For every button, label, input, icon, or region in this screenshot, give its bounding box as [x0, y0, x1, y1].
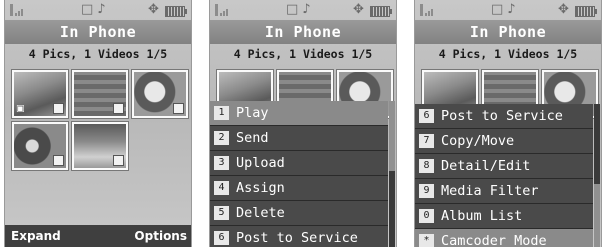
menu-item-label: Media Filter: [441, 183, 539, 199]
key-badge: 1: [214, 106, 229, 120]
menu-item-play[interactable]: 1 Play: [210, 101, 388, 126]
options-menu: 6 Post to Service 7 Copy/Move 8 Detail/Edit…: [415, 104, 593, 247]
key-badge: 6: [419, 109, 434, 123]
options-menu: 1 Play 2 Send 3 Upload 4 Assign 5 Delete 6 Pos…: [210, 101, 388, 247]
menu-item-label: Album List: [441, 208, 523, 224]
phone-screen-options-menu: □ ♪ ✥ In Phone 4 Pics, 1 Videos 1/5 1 Play…: [209, 0, 397, 247]
menu-item-send[interactable]: 2 Send: [210, 126, 388, 151]
menu-item-label: Post to Service: [441, 108, 563, 124]
menu-item-label: Play: [236, 105, 269, 121]
menu-item-media-filter[interactable]: 9 Media Filter: [415, 179, 593, 204]
select-checkbox[interactable]: [53, 103, 64, 114]
video-camera-icon: ▣: [16, 104, 25, 114]
menu-item-label: Detail/Edit: [441, 158, 531, 174]
media-count-label: 4 Pics, 1 Videos 1/5: [438, 47, 578, 61]
scrollbar-thumb[interactable]: [389, 101, 395, 171]
key-badge: 7: [419, 134, 434, 148]
menu-item-post-to-service[interactable]: 6 Post to Service: [415, 104, 593, 129]
key-badge: *: [419, 234, 434, 247]
page-title: In Phone: [210, 20, 396, 44]
menu-item-post-to-service[interactable]: 6 Post to Service: [210, 226, 388, 247]
phone-icon: □: [286, 2, 299, 17]
menu-item-delete[interactable]: 5 Delete: [210, 201, 388, 226]
status-bar: □ ♪ ✥: [415, 0, 601, 22]
media-count-label: 4 Pics, 1 Videos 1/5: [28, 47, 168, 61]
menu-scrollbar[interactable]: [594, 104, 600, 247]
network-icon: ✥: [558, 2, 569, 17]
music-note-icon: ♪: [302, 2, 311, 17]
signal-icon: [10, 4, 23, 16]
signal-icon: [215, 4, 228, 16]
menu-item-label: Upload: [236, 155, 285, 171]
select-checkbox[interactable]: [113, 155, 124, 166]
menu-item-upload[interactable]: 3 Upload: [210, 151, 388, 176]
menu-item-label: Camcoder Mode: [441, 233, 547, 247]
phone-screen-gallery: □ ♪ ✥ In Phone 4 Pics, 1 Videos 1/5 ▣ Exp…: [4, 0, 192, 247]
options-softkey[interactable]: Options: [134, 225, 187, 247]
key-badge: 9: [419, 184, 434, 198]
menu-item-album-list[interactable]: 0 Album List: [415, 204, 593, 229]
video-thumbnail[interactable]: ▣: [12, 70, 68, 118]
key-badge: 8: [419, 159, 434, 173]
phone-screen-options-menu-scrolled: □ ♪ ✥ In Phone 4 Pics, 1 Videos 1/5 6 Post…: [414, 0, 602, 247]
menu-item-label: Delete: [236, 205, 285, 221]
key-badge: 3: [214, 156, 229, 170]
photo-thumbnail[interactable]: [132, 70, 188, 118]
status-bar: □ ♪ ✥: [5, 0, 191, 22]
menu-scrollbar[interactable]: [389, 101, 395, 247]
menu-item-label: Copy/Move: [441, 133, 515, 149]
network-icon: ✥: [353, 2, 364, 17]
music-note-icon: ♪: [507, 2, 516, 17]
menu-item-label: Assign: [236, 180, 285, 196]
scrollbar-thumb[interactable]: [594, 184, 600, 247]
page-title: In Phone: [415, 20, 601, 44]
network-icon: ✥: [148, 2, 159, 17]
soft-key-bar: Expand Options: [5, 225, 191, 247]
signal-icon: [420, 4, 433, 16]
status-bar: □ ♪ ✥: [210, 0, 396, 22]
phone-icon: □: [491, 2, 504, 17]
media-count-label: 4 Pics, 1 Videos 1/5: [233, 47, 373, 61]
battery-icon: [165, 6, 187, 17]
key-badge: 5: [214, 206, 229, 220]
battery-icon: [370, 6, 392, 17]
select-checkbox[interactable]: [53, 155, 64, 166]
page-title: In Phone: [5, 20, 191, 44]
key-badge: 0: [419, 209, 434, 223]
phone-icon: □: [81, 2, 94, 17]
key-badge: 4: [214, 181, 229, 195]
photo-thumbnail[interactable]: [12, 122, 68, 170]
select-checkbox[interactable]: [173, 103, 184, 114]
select-checkbox[interactable]: [113, 103, 124, 114]
menu-item-assign[interactable]: 4 Assign: [210, 176, 388, 201]
menu-item-label: Send: [236, 130, 269, 146]
menu-item-detail-edit[interactable]: 8 Detail/Edit: [415, 154, 593, 179]
key-badge: 6: [214, 231, 229, 245]
expand-softkey[interactable]: Expand: [11, 225, 61, 247]
photo-thumbnail[interactable]: [72, 122, 128, 170]
menu-item-label: Post to Service: [236, 230, 358, 246]
menu-item-camcoder-mode[interactable]: * Camcoder Mode: [415, 229, 593, 247]
key-badge: 2: [214, 131, 229, 145]
menu-item-copy-move[interactable]: 7 Copy/Move: [415, 129, 593, 154]
photo-thumbnail[interactable]: [72, 70, 128, 118]
music-note-icon: ♪: [97, 2, 106, 17]
battery-icon: [575, 6, 597, 17]
